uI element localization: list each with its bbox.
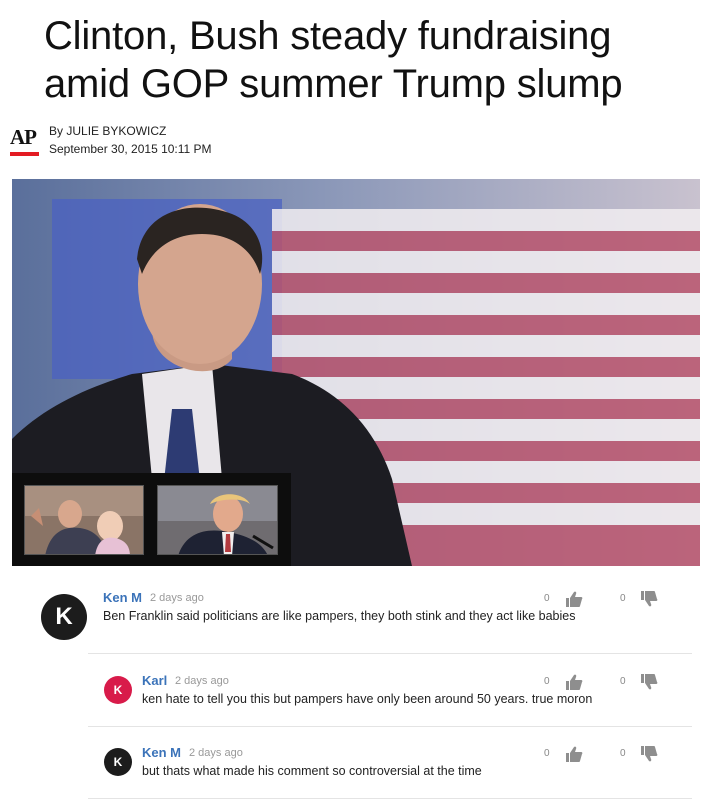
- downvote-count: 0: [620, 676, 626, 687]
- upvote-count: 0: [544, 676, 550, 687]
- headline-line-2: amid GOP summer Trump slump: [44, 62, 623, 106]
- upvote-count: 0: [544, 748, 550, 759]
- thumbnail-2[interactable]: [157, 485, 278, 555]
- avatar-letter: K: [113, 683, 123, 697]
- publish-date: September 30, 2015 10:11 PM: [49, 142, 212, 156]
- upvote-count: 0: [544, 593, 550, 604]
- comment-divider: [88, 726, 692, 727]
- comment-divider: [88, 653, 692, 654]
- avatar[interactable]: K: [104, 676, 132, 704]
- comment-author[interactable]: Ken M: [103, 590, 142, 605]
- comment-text: Ben Franklin said politicians are like p…: [103, 609, 576, 623]
- downvote-count: 0: [620, 593, 626, 604]
- comment-reply-item: K Karl 2 days ago ken hate to tell you t…: [0, 668, 713, 718]
- thumbs-up-icon[interactable]: [565, 590, 583, 608]
- thumbs-down-icon[interactable]: [640, 590, 658, 608]
- thumbs-up-icon[interactable]: [565, 673, 583, 691]
- ap-logo-bar: [10, 152, 39, 156]
- photo-thumbnail-icon: [158, 486, 277, 554]
- byline-prefix: By: [49, 124, 64, 138]
- thumbnail-strip: [12, 473, 291, 566]
- comment-time[interactable]: 2 days ago: [189, 747, 243, 759]
- article-headline: Clinton, Bush steady fundraising amid GO…: [44, 12, 694, 108]
- headline-line-1: Clinton, Bush steady fundraising: [44, 14, 612, 58]
- comment-time[interactable]: 2 days ago: [175, 675, 229, 687]
- downvote-count: 0: [620, 748, 626, 759]
- comment-author[interactable]: Ken M: [142, 745, 181, 760]
- avatar-letter: K: [55, 603, 73, 630]
- comment-author[interactable]: Karl: [142, 673, 167, 688]
- comment-text: but thats what made his comment so contr…: [142, 764, 482, 778]
- comment-item: K Ken M 2 days ago Ben Franklin said pol…: [0, 585, 713, 645]
- comment-text: ken hate to tell you this but pampers ha…: [142, 692, 593, 706]
- byline-author: By JULIE BYKOWICZ: [49, 124, 166, 138]
- thumbs-down-icon[interactable]: [640, 745, 658, 763]
- thumbs-up-icon[interactable]: [565, 745, 583, 763]
- ap-logo-text: AP: [10, 125, 37, 149]
- photo-thumbnail-icon: [25, 486, 143, 554]
- avatar[interactable]: K: [104, 748, 132, 776]
- avatar[interactable]: K: [41, 594, 87, 640]
- avatar-letter: K: [113, 755, 123, 769]
- thumbs-down-icon[interactable]: [640, 673, 658, 691]
- comment-time[interactable]: 2 days ago: [150, 592, 204, 604]
- comment-reply-item: K Ken M 2 days ago but thats what made h…: [0, 740, 713, 790]
- author-name[interactable]: JULIE BYKOWICZ: [66, 124, 166, 138]
- thumbnail-1[interactable]: [24, 485, 144, 555]
- comment-divider: [88, 798, 692, 799]
- byline: AP By JULIE BYKOWICZ September 30, 2015 …: [8, 121, 408, 161]
- ap-logo: AP: [8, 123, 42, 157]
